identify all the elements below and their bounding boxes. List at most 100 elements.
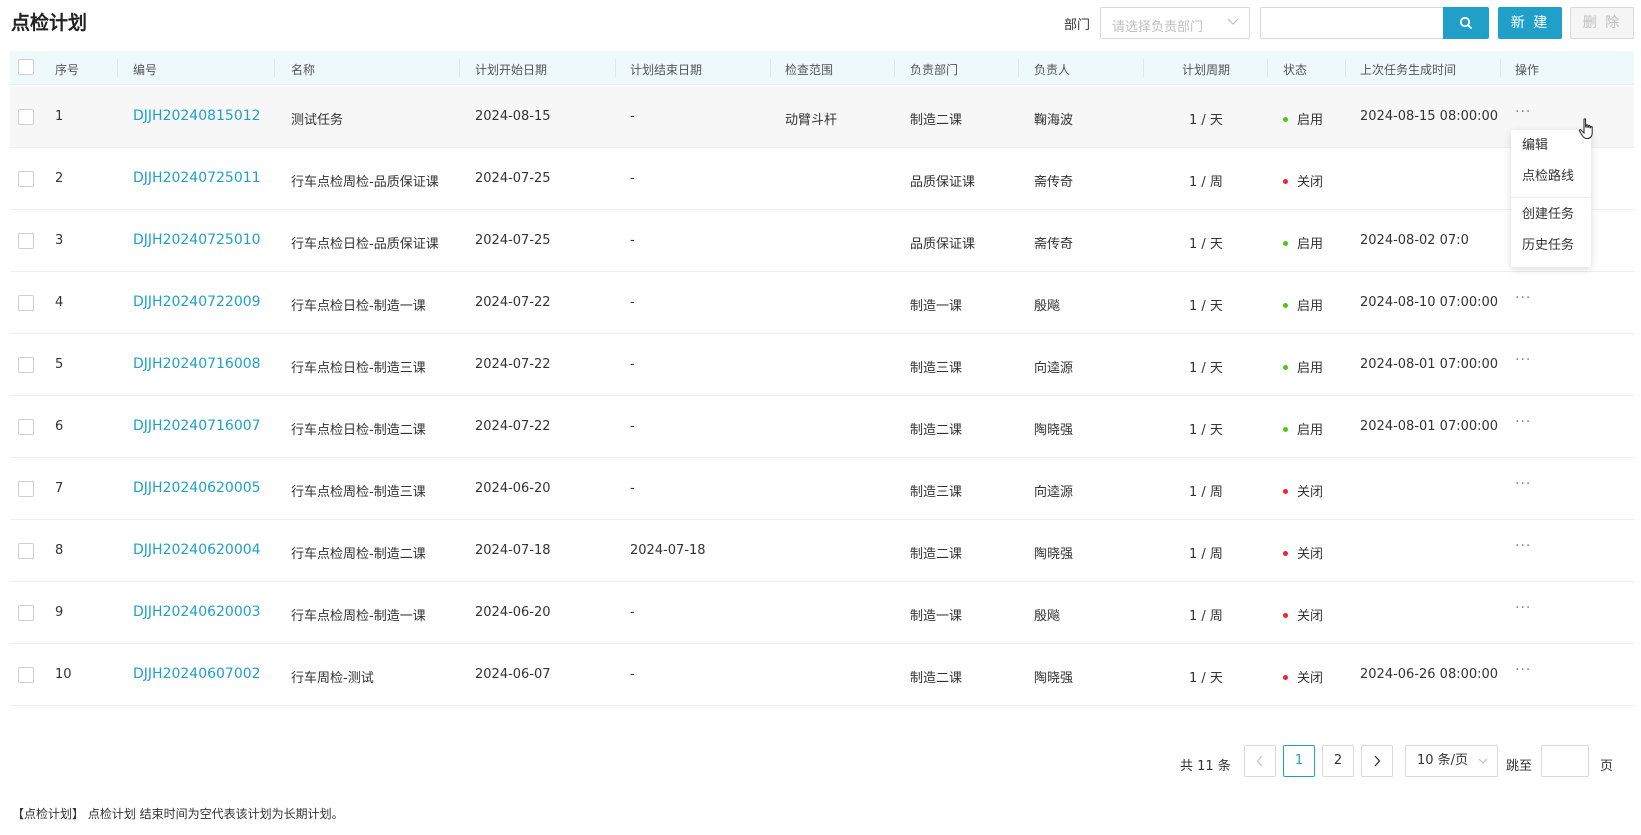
table-row[interactable]: 6 DJJH20240716007 行车点检日检-制造二课 2024-07-22 - 制造… [10, 396, 1634, 458]
cell-index: 10 [55, 667, 72, 682]
table-row[interactable]: 7 DJJH20240620005 行车点检周检-制造三课 2024-06-20 - 制造… [10, 458, 1634, 520]
table-row[interactable]: 10 DJJH20240607002 行车周检-测试 2024-06-07 - 制造二课 陶… [10, 644, 1634, 706]
status-dot-icon [1283, 613, 1288, 618]
col-header-actions: 操作 [1515, 63, 1540, 77]
cell-dept: 制造一课 [910, 609, 963, 624]
cell-code[interactable]: DJJH20240620003 [133, 604, 261, 620]
table-row[interactable]: 8 DJJH20240620004 行车点检周检-制造二课 2024-07-18 202… [10, 520, 1634, 582]
row-checkbox[interactable] [18, 357, 34, 373]
cell-name: 行车点检周检-制造三课 [291, 485, 426, 500]
cell-index: 4 [55, 295, 64, 310]
row-checkbox[interactable] [18, 667, 34, 683]
cell-index: 7 [55, 481, 64, 496]
cell-end-date: - [630, 295, 635, 310]
more-actions-button[interactable]: ··· [1515, 538, 1531, 554]
cell-cycle: 1 / 天 [1189, 361, 1223, 376]
cell-end-date: - [630, 481, 635, 496]
search-button[interactable] [1443, 7, 1489, 39]
menu-item-history-task[interactable]: 历史任务 [1511, 230, 1591, 262]
page-size-select[interactable]: 10 条/页 [1405, 745, 1498, 777]
page-button-1[interactable]: 1 [1283, 745, 1315, 777]
cell-end-date: - [630, 233, 635, 248]
cell-code[interactable]: DJJH20240725011 [133, 170, 261, 186]
status-dot-icon [1283, 489, 1288, 494]
more-actions-button[interactable]: ··· [1515, 600, 1531, 616]
prev-page-button[interactable] [1244, 745, 1276, 777]
cell-start-date: 2024-07-18 [475, 543, 551, 558]
row-checkbox[interactable] [18, 109, 34, 125]
row-checkbox[interactable] [18, 171, 34, 187]
cell-last-generated: 2024-08-15 08:00:00 [1360, 109, 1499, 124]
cell-owner: 殷飚 [1034, 609, 1061, 624]
status-badge: 启用 [1283, 419, 1323, 438]
status-badge: 关闭 [1283, 481, 1323, 500]
cell-owner: 陶晓强 [1034, 547, 1074, 562]
select-all-checkbox[interactable] [18, 59, 34, 75]
new-button[interactable]: 新 建 [1498, 7, 1562, 39]
col-header-start-date: 计划开始日期 [475, 63, 548, 77]
table-row[interactable]: 1 DJJH20240815012 测试任务 2024-08-15 - 动臂斗杆 制造二课 鞠… [10, 86, 1634, 148]
cell-code[interactable]: DJJH20240716007 [133, 418, 261, 434]
cell-last-generated: 2024-08-01 07:00:00 [1360, 419, 1499, 434]
page-title: 点检计划 [11, 12, 88, 34]
status-badge: 启用 [1283, 357, 1323, 376]
cell-name: 行车点检日检-制造一课 [291, 299, 426, 314]
table-row[interactable]: 2 DJJH20240725011 行车点检周检-品质保证课 2024-07-25 - 品… [10, 148, 1634, 210]
delete-button[interactable]: 删 除 [1570, 7, 1634, 39]
more-actions-button[interactable]: ··· [1515, 476, 1531, 492]
cell-code[interactable]: DJJH20240620004 [133, 542, 261, 558]
menu-divider [1511, 197, 1591, 198]
row-checkbox[interactable] [18, 233, 34, 249]
cell-code[interactable]: DJJH20240722009 [133, 294, 261, 310]
total-count: 共 11 条 [1180, 759, 1231, 774]
menu-item-create-task[interactable]: 创建任务 [1511, 199, 1591, 231]
status-text: 启用 [1297, 237, 1324, 252]
dept-filter-select[interactable]: 请选择负责部门 [1100, 7, 1250, 39]
cell-last-generated: 2024-08-10 07:00:00 [1360, 295, 1499, 310]
menu-item-route[interactable]: 点检路线 [1511, 161, 1591, 193]
chevron-down-icon [1227, 14, 1239, 33]
cell-end-date: - [630, 171, 635, 186]
jump-page-input[interactable] [1541, 745, 1589, 777]
more-actions-button[interactable]: ··· [1515, 352, 1531, 368]
cell-dept: 制造三课 [910, 361, 963, 376]
cell-start-date: 2024-06-20 [475, 481, 551, 496]
search-icon [1459, 16, 1473, 30]
cell-index: 1 [55, 109, 64, 124]
table-row[interactable]: 3 DJJH20240725010 行车点检日检-品质保证课 2024-07-25 - 品… [10, 210, 1634, 272]
row-checkbox[interactable] [18, 543, 34, 559]
table-row[interactable]: 4 DJJH20240722009 行车点检日检-制造一课 2024-07-22 - 制造… [10, 272, 1634, 334]
cell-owner: 陶晓强 [1034, 671, 1074, 686]
table-row[interactable]: 9 DJJH20240620003 行车点检周检-制造一课 2024-06-20 - 制造… [10, 582, 1634, 644]
cell-name: 行车点检日检-制造三课 [291, 361, 426, 376]
cell-dept: 制造二课 [910, 423, 963, 438]
more-actions-button[interactable]: ··· [1515, 662, 1531, 678]
row-checkbox[interactable] [18, 481, 34, 497]
table-row[interactable]: 5 DJJH20240716008 行车点检日检-制造三课 2024-07-22 - 制造… [10, 334, 1634, 396]
next-page-button[interactable] [1361, 745, 1393, 777]
cell-code[interactable]: DJJH20240607002 [133, 666, 261, 682]
row-checkbox[interactable] [18, 295, 34, 311]
cell-start-date: 2024-07-25 [475, 171, 551, 186]
search-input[interactable] [1260, 7, 1443, 39]
page-size-value: 10 条/页 [1417, 753, 1469, 768]
cell-name: 行车点检日检-制造二课 [291, 423, 426, 438]
status-dot-icon [1283, 117, 1288, 122]
cell-name: 行车点检周检-制造二课 [291, 547, 426, 562]
row-checkbox[interactable] [18, 605, 34, 621]
cell-code[interactable]: DJJH20240716008 [133, 356, 261, 372]
status-badge: 关闭 [1283, 667, 1323, 686]
more-actions-button[interactable]: ··· [1515, 290, 1531, 306]
cell-name: 行车点检周检-品质保证课 [291, 175, 439, 190]
more-actions-button[interactable]: ··· [1515, 104, 1531, 120]
table-header: 序号 编号 名称 计划开始日期 计划结束日期 检查范围 负责部门 负责人 计划周… [10, 51, 1634, 85]
cell-code[interactable]: DJJH20240815012 [133, 108, 261, 124]
more-actions-button[interactable]: ··· [1515, 414, 1531, 430]
cell-code[interactable]: DJJH20240725010 [133, 232, 261, 248]
cell-owner: 向逵源 [1034, 485, 1074, 500]
chevron-right-icon [1374, 755, 1381, 767]
row-checkbox[interactable] [18, 419, 34, 435]
status-text: 关闭 [1297, 485, 1324, 500]
cell-code[interactable]: DJJH20240620005 [133, 480, 261, 496]
page-button-2[interactable]: 2 [1322, 745, 1354, 777]
